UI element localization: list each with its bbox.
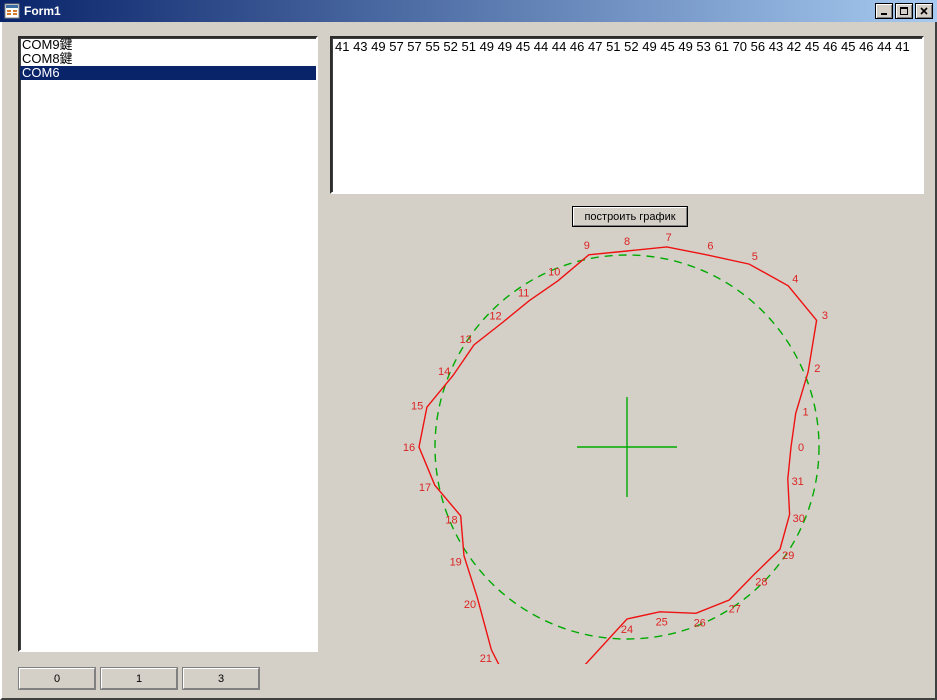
com-port-listbox[interactable]: COM9鍵COM8鍵COM6 — [18, 36, 318, 652]
maximize-button[interactable] — [895, 3, 913, 19]
point-label: 6 — [707, 241, 713, 253]
point-label: 28 — [755, 576, 767, 588]
bottom-button-1[interactable]: 1 — [100, 667, 178, 690]
point-label: 26 — [694, 618, 706, 630]
point-label: 15 — [411, 400, 423, 412]
point-label: 21 — [480, 653, 492, 664]
point-label: 17 — [419, 482, 431, 494]
point-label: 16 — [403, 442, 415, 454]
close-button[interactable] — [915, 3, 933, 19]
data-textbox-value: 41 43 49 57 57 55 52 51 49 49 45 44 44 4… — [335, 39, 910, 54]
point-label: 11 — [518, 287, 529, 299]
point-label: 3 — [822, 310, 828, 322]
point-label: 2 — [814, 363, 820, 375]
point-label: 27 — [729, 603, 741, 615]
titlebar: Form1 — [0, 0, 937, 22]
bottom-button-0[interactable]: 0 — [18, 667, 96, 690]
point-label: 31 — [792, 476, 804, 488]
point-label: 7 — [666, 232, 672, 244]
data-textbox[interactable]: 41 43 49 57 57 55 52 51 49 49 45 44 44 4… — [330, 36, 924, 194]
client-area: COM9鍵COM8鍵COM6 41 43 49 57 57 55 52 51 4… — [0, 22, 937, 700]
bottom-button-3-label: 3 — [218, 673, 224, 685]
point-label: 13 — [460, 334, 472, 346]
point-label: 20 — [464, 599, 476, 611]
point-label: 10 — [548, 267, 560, 279]
bottom-button-3[interactable]: 3 — [182, 667, 260, 690]
data-polygon — [419, 247, 817, 664]
list-item[interactable]: COM6 — [20, 66, 316, 80]
point-label: 4 — [792, 274, 798, 286]
list-item[interactable]: COM9鍵 — [20, 38, 316, 52]
point-label: 8 — [624, 236, 630, 248]
point-label: 14 — [438, 366, 450, 378]
point-label: 1 — [802, 407, 808, 419]
point-label: 9 — [584, 240, 590, 252]
point-label: 19 — [450, 556, 462, 568]
point-label: 30 — [793, 513, 805, 525]
point-label: 0 — [798, 442, 804, 454]
polar-chart: 0123456789101112131415161718192021222324… — [330, 230, 924, 664]
bottom-button-0-label: 0 — [54, 673, 60, 685]
minimize-button[interactable] — [875, 3, 893, 19]
bottom-button-1-label: 1 — [136, 673, 142, 685]
point-label: 29 — [782, 550, 794, 562]
list-item[interactable]: COM8鍵 — [20, 52, 316, 66]
point-label: 25 — [656, 617, 668, 629]
build-chart-button-label: построить график — [584, 211, 675, 223]
window-title: Form1 — [24, 4, 61, 18]
build-chart-button[interactable]: построить график — [572, 206, 688, 227]
point-label: 24 — [621, 624, 633, 636]
app-icon — [4, 3, 20, 19]
point-label: 5 — [752, 251, 758, 263]
window-controls — [875, 3, 933, 19]
point-label: 18 — [445, 515, 457, 527]
point-label: 12 — [489, 311, 501, 323]
